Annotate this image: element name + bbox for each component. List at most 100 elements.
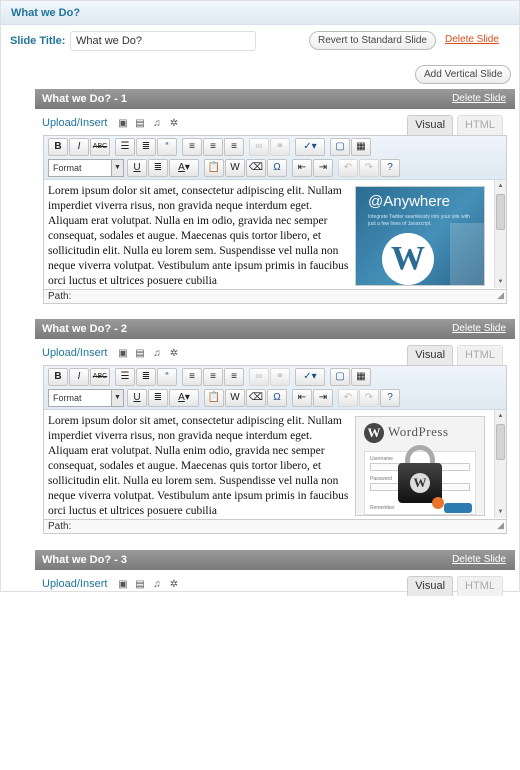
unlink-icon[interactable]: ⚭	[270, 368, 290, 386]
tab-html[interactable]: HTML	[457, 576, 503, 596]
slide-box: What we Do? Slide Title: Revert to Stand…	[0, 0, 520, 596]
blockquote-icon[interactable]: “	[157, 368, 177, 386]
paste-word-icon[interactable]: W	[225, 159, 245, 177]
paste-text-icon[interactable]: 📋	[204, 159, 224, 177]
format-select[interactable]: Format ▼	[48, 389, 124, 407]
underline-icon[interactable]: U	[127, 159, 147, 177]
vertical-scrollbar[interactable]: ▲ ▼	[494, 410, 506, 518]
tab-visual[interactable]: Visual	[407, 345, 454, 365]
slide-title-input[interactable]	[70, 31, 256, 51]
justify-icon[interactable]: ≣	[148, 159, 168, 177]
help-icon[interactable]: ?	[380, 159, 400, 177]
redo-icon[interactable]: ↷	[359, 159, 379, 177]
align-right-icon[interactable]: ≡	[224, 138, 244, 156]
editor-content[interactable]: Lorem ipsum dolor sit amet, consectetur …	[44, 180, 506, 288]
slide-delete-link[interactable]: Delete Slide	[452, 89, 506, 109]
justify-icon[interactable]: ≣	[148, 389, 168, 407]
add-vertical-slide-button[interactable]: Add Vertical Slide	[415, 65, 512, 84]
link-icon[interactable]: ∞	[249, 368, 269, 386]
revert-standard-slide-button[interactable]: Revert to Standard Slide	[309, 31, 436, 50]
add-video-icon[interactable]: ▤	[134, 348, 145, 359]
slide-image-anywhere[interactable]: @Anywhere Integrate Twitter seamlessly i…	[355, 186, 485, 286]
slide-content-text[interactable]: Lorem ipsum dolor sit amet, consectetur …	[48, 184, 354, 288]
fullscreen-icon[interactable]: ▢	[330, 138, 350, 156]
align-center-icon[interactable]: ≡	[203, 138, 223, 156]
scrollbar-thumb[interactable]	[496, 194, 505, 230]
tab-visual[interactable]: Visual	[407, 576, 454, 596]
text-color-icon[interactable]: A▾	[169, 389, 199, 407]
scroll-up-icon[interactable]: ▲	[495, 410, 506, 422]
vertical-scrollbar[interactable]: ▲ ▼	[494, 180, 506, 288]
align-left-icon[interactable]: ≡	[182, 368, 202, 386]
blockquote-icon[interactable]: “	[157, 138, 177, 156]
underline-icon[interactable]: U	[127, 389, 147, 407]
undo-icon[interactable]: ↶	[338, 389, 358, 407]
add-image-icon[interactable]: ▣	[117, 348, 128, 359]
scroll-down-icon[interactable]: ▼	[495, 506, 506, 518]
paste-text-icon[interactable]: 📋	[204, 389, 224, 407]
paste-word-icon[interactable]: W	[225, 389, 245, 407]
padlock-wordpress-icon: W	[410, 473, 430, 493]
slide-delete-link[interactable]: Delete Slide	[452, 319, 506, 339]
undo-icon[interactable]: ↶	[338, 159, 358, 177]
redo-icon[interactable]: ↷	[359, 389, 379, 407]
italic-icon[interactable]: I	[69, 138, 89, 156]
align-center-icon[interactable]: ≡	[203, 368, 223, 386]
slide-header-title: What we Do? - 1	[42, 93, 127, 105]
link-icon[interactable]: ∞	[249, 138, 269, 156]
scrollbar-thumb[interactable]	[496, 424, 505, 460]
bold-icon[interactable]: B	[48, 138, 68, 156]
spellcheck-icon[interactable]: ✓▾	[295, 138, 325, 156]
special-char-icon[interactable]: Ω	[267, 159, 287, 177]
editor-content[interactable]: Lorem ipsum dolor sit amet, consectetur …	[44, 410, 506, 518]
add-media-icon[interactable]: ✲	[168, 118, 179, 129]
delete-slide-link[interactable]: Delete Slide	[445, 34, 499, 45]
resize-handle-icon[interactable]: ◢	[497, 289, 504, 302]
help-icon[interactable]: ?	[380, 389, 400, 407]
kitchen-sink-icon[interactable]: ▦	[351, 368, 371, 386]
add-image-icon[interactable]: ▣	[117, 579, 128, 590]
add-audio-icon[interactable]: ♫	[151, 579, 162, 590]
tab-html[interactable]: HTML	[457, 345, 503, 365]
add-media-icon[interactable]: ✲	[168, 348, 179, 359]
fullscreen-icon[interactable]: ▢	[330, 368, 350, 386]
add-image-icon[interactable]: ▣	[117, 118, 128, 129]
format-select[interactable]: Format ▼	[48, 159, 124, 177]
bold-icon[interactable]: B	[48, 368, 68, 386]
special-char-icon[interactable]: Ω	[267, 389, 287, 407]
add-video-icon[interactable]: ▤	[134, 118, 145, 129]
numbered-list-icon[interactable]: ≣	[136, 368, 156, 386]
outdent-icon[interactable]: ⇤	[292, 159, 312, 177]
add-audio-icon[interactable]: ♫	[151, 348, 162, 359]
strikethrough-icon[interactable]: ABC	[90, 368, 110, 386]
unlink-icon[interactable]: ⚭	[270, 138, 290, 156]
slide-delete-link[interactable]: Delete Slide	[452, 550, 506, 570]
spellcheck-icon[interactable]: ✓▾	[295, 368, 325, 386]
bullet-list-icon[interactable]: ☰	[115, 138, 135, 156]
tab-visual[interactable]: Visual	[407, 115, 454, 135]
resize-handle-icon[interactable]: ◢	[497, 519, 504, 532]
indent-icon[interactable]: ⇥	[313, 389, 333, 407]
indent-icon[interactable]: ⇥	[313, 159, 333, 177]
add-video-icon[interactable]: ▤	[134, 579, 145, 590]
italic-icon[interactable]: I	[69, 368, 89, 386]
slide-image-wordpress-login[interactable]: W WordPress Username Password Remember W	[355, 416, 485, 516]
add-media-icon[interactable]: ✲	[168, 579, 179, 590]
tab-html[interactable]: HTML	[457, 115, 503, 135]
remove-format-icon[interactable]: ⌫	[246, 159, 266, 177]
outdent-icon[interactable]: ⇤	[292, 389, 312, 407]
remove-format-icon[interactable]: ⌫	[246, 389, 266, 407]
strikethrough-icon[interactable]: ABC	[90, 138, 110, 156]
numbered-list-icon[interactable]: ≣	[136, 138, 156, 156]
kitchen-sink-icon[interactable]: ▦	[351, 138, 371, 156]
scroll-down-icon[interactable]: ▼	[495, 276, 506, 288]
text-color-icon[interactable]: A▾	[169, 159, 199, 177]
slide-content-text[interactable]: Lorem ipsum dolor sit amet, consectetur …	[48, 414, 354, 518]
bullet-list-icon[interactable]: ☰	[115, 368, 135, 386]
align-left-icon[interactable]: ≡	[182, 138, 202, 156]
add-audio-icon[interactable]: ♫	[151, 118, 162, 129]
rich-text-editor: B I ABC ☰ ≣ “≡ ≡ ≡ ∞ ⚭ ✓▾ ▢ ▦ Format ▼ U ≣ A▾ 📋 W ⌫ Ω ⇤ ⇥ ↶ ↷? L…	[43, 365, 507, 534]
path-label: Path:	[48, 291, 72, 302]
scroll-up-icon[interactable]: ▲	[495, 180, 506, 192]
align-right-icon[interactable]: ≡	[224, 368, 244, 386]
